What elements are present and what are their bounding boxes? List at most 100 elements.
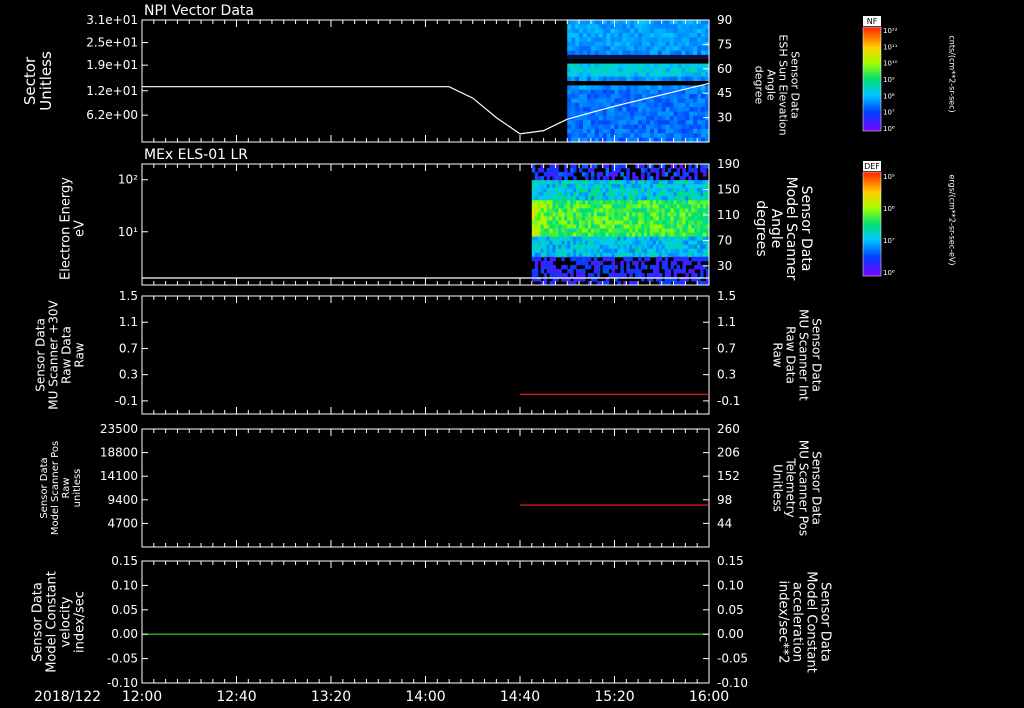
panel-npi-spectrogram-cell [673, 128, 679, 134]
panel-npi-spectrogram-cell [677, 102, 683, 108]
panel-els-spectrogram-cell [564, 212, 568, 217]
panel-els-spectrogram-cell [623, 232, 627, 238]
panel-npi-spectrogram-cell [571, 85, 576, 91]
panel-npi-spectrogram-cell [606, 89, 612, 95]
panel-npi-spectrogram-cell [622, 81, 627, 86]
panel-els-spectrogram-cell [570, 208, 574, 213]
panel-npi-spectrogram-cell [614, 85, 620, 91]
panel-els-spectrogram-cell [685, 184, 689, 189]
panel-els-spectrogram-cell [635, 176, 639, 181]
panel-npi-spectrogram-cell [701, 120, 706, 126]
panel-els-spectrogram-cell [540, 264, 545, 270]
panel-els-spectrogram-cell [540, 252, 545, 258]
panel-els-spectrogram-cell [614, 188, 618, 193]
panel-els-spectrogram-cell [599, 172, 604, 177]
panel-els-spectrogram-cell [587, 196, 592, 201]
panel-els-spectrogram-cell [626, 224, 630, 230]
panel-npi-ylabel-left: SectorUnitless [21, 51, 55, 111]
panel-npi-spectrogram-cell [606, 63, 612, 69]
x-tick-label: 16:00 [689, 689, 729, 705]
panel-els-spectrogram-cell [641, 244, 645, 250]
panel-npi-spectrogram-cell [594, 63, 600, 69]
panel-els-spectrogram-cell [685, 192, 689, 197]
panel-els-spectrogram-cell [685, 212, 689, 217]
panel-els-spectrogram-cell [596, 176, 601, 181]
panel-npi-spectrogram-cell [649, 63, 655, 69]
panel-els-spectrogram-cell [605, 188, 610, 193]
panel-npi-spectrogram-cell [642, 115, 647, 121]
panel-els-spectrogram-cell [667, 272, 672, 278]
panel-els-spectrogram-cell [614, 232, 618, 238]
panel-els-spectrogram-cell [608, 256, 613, 262]
panel-els-colorbar-unit: ergs/(cm**2-sr-sec-eV) [947, 174, 956, 265]
panel-els-spectrogram-cell [682, 244, 686, 250]
panel-els-spectrogram-cell [579, 188, 583, 193]
panel-els-spectrogram-cell [593, 260, 598, 266]
panel-els-spectrogram-cell [549, 252, 553, 258]
panel-els-spectrogram-cell [567, 216, 571, 221]
panel-npi-spectrogram-cell [638, 20, 643, 25]
panel-els-spectrogram-cell [641, 208, 645, 213]
panel-npi-spectrogram-cell [657, 107, 663, 113]
panel-npi-spectrogram-cell [586, 133, 592, 139]
panel-els-spectrogram-cell [590, 260, 595, 266]
panel-els-spectrogram-cell [608, 272, 613, 278]
panel-npi-spectrogram-cell [579, 20, 584, 25]
panel-els-spectrogram-cell [644, 220, 648, 225]
panel-els-spectrogram-cell [700, 184, 704, 189]
panel-npi-spectrogram-cell [598, 81, 604, 86]
panel-npi-colorbar-title: NF [867, 17, 878, 26]
panel-els-ylabel-right-line: degrees [753, 200, 769, 256]
panel-els-spectrogram-cell [531, 168, 536, 173]
panel-els-spectrogram-cell [688, 212, 692, 217]
panel-els-spectrogram-cell [558, 188, 562, 193]
panel-els-spectrogram-cell [590, 232, 595, 238]
panel-npi-spectrogram-cell [681, 50, 686, 56]
panel-npi-spectrogram-cell [571, 98, 576, 104]
panel-npi-spectrogram-cell [669, 120, 675, 126]
panel-els-spectrogram-cell [629, 236, 633, 242]
panel-els-spectrogram-cell [546, 216, 551, 221]
panel-els-spectrogram-cell [573, 188, 577, 193]
panel-npi-spectrogram-cell [638, 120, 643, 126]
panel-els-spectrogram-cell [685, 224, 689, 230]
panel-npi-spectrogram-cell [657, 102, 663, 108]
panel-els-spectrogram-cell [679, 252, 683, 258]
panel-npi-spectrogram-cell [626, 94, 631, 100]
panel-els-spectrogram-cell [564, 236, 568, 242]
panel-els-spectrogram-cell [614, 172, 618, 177]
panel-npi-spectrogram-cell [630, 133, 635, 139]
panel-scanner-pos-ylabel-left: Sensor Data Model Scanner Pos Raw unitless [39, 441, 83, 535]
panel-els-spectrogram-cell [682, 252, 686, 258]
panel-els-spectrogram-cell [635, 208, 639, 213]
panel-els-spectrogram-cell [664, 228, 669, 234]
panel-els-spectrogram-cell [679, 176, 683, 181]
panel-els-spectrogram-cell [584, 212, 589, 217]
panel-npi-spectrogram-cell [579, 98, 584, 104]
panel-npi-spectrogram-cell [598, 67, 604, 73]
panel-npi-spectrogram-cell [575, 67, 580, 73]
panel-els-spectrogram-cell [667, 192, 672, 197]
panel-els-spectrogram-cell [697, 192, 701, 197]
panel-velocity-ytick-label-right: -0.10 [717, 676, 748, 690]
panel-els-spectrogram-cell [679, 244, 683, 250]
panel-npi-spectrogram-cell [622, 111, 627, 117]
panel-els-spectrogram-cell [626, 172, 630, 177]
panel-els-spectrogram-cell [638, 248, 642, 254]
panel-els-spectrogram-cell [540, 196, 545, 201]
panel-npi-spectrogram-cell [693, 72, 698, 78]
panel-npi-spectrogram-cell [586, 67, 592, 73]
panel-els-spectrogram-cell [664, 184, 669, 189]
panel-npi-spectrogram-cell [669, 59, 675, 65]
panel-els-spectrogram-cell [646, 188, 651, 193]
panel-els-spectrogram-cell [576, 200, 580, 205]
panel-els-spectrogram-cell [638, 244, 642, 250]
panel-npi-spectrogram-cell [677, 76, 683, 82]
panel-npi-spectrogram-cell [701, 20, 706, 25]
panel-els-spectrogram-cell [635, 260, 639, 266]
panel-els-spectrogram-cell [635, 224, 639, 230]
panel-els-spectrogram-cell [537, 200, 542, 205]
panel-els-spectrogram-cell [561, 252, 565, 258]
panel-els-spectrogram-cell [552, 268, 556, 274]
panel-els-spectrogram-cell [584, 180, 589, 185]
